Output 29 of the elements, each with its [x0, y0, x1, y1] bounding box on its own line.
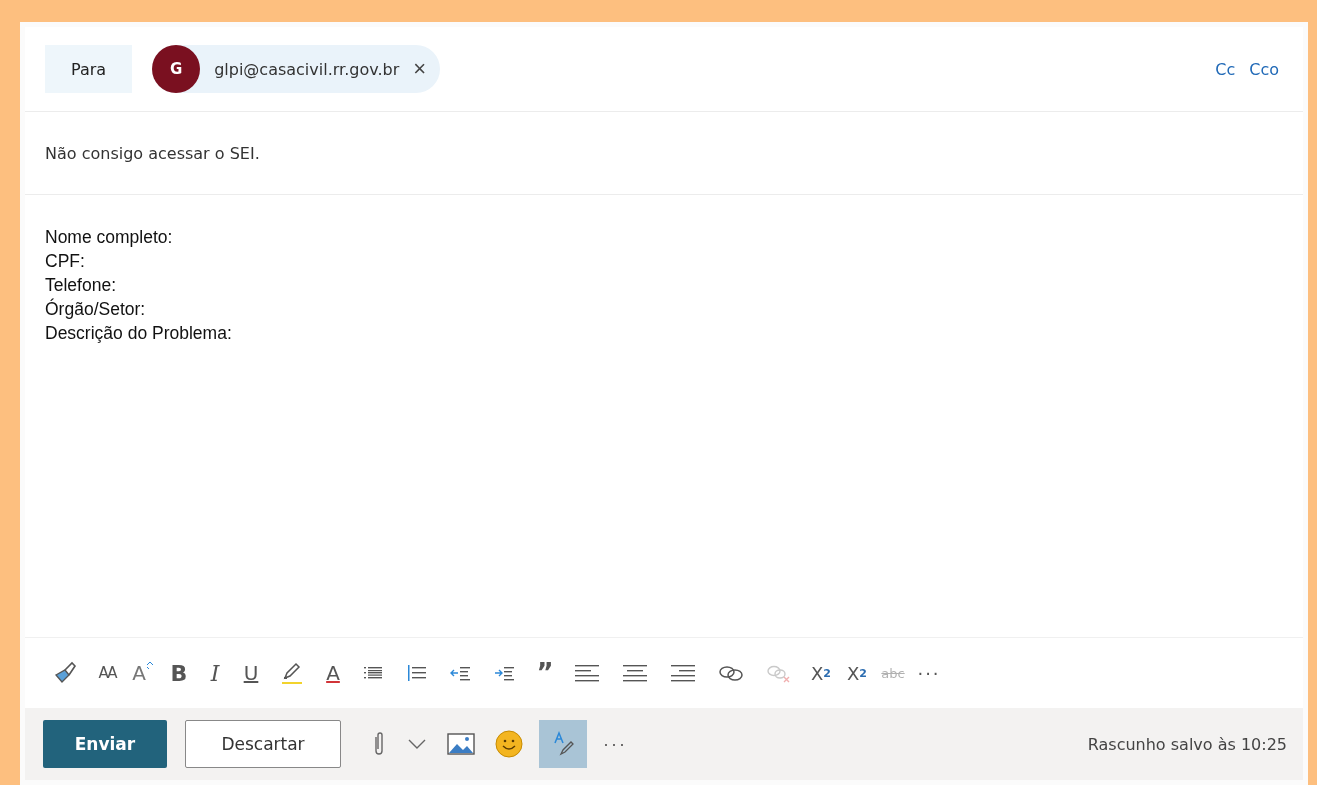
font-size-button[interactable]: AA [95, 658, 119, 688]
superscript-button[interactable]: X$^{2}$ [809, 658, 833, 688]
format-painter-icon[interactable] [53, 661, 79, 685]
highlighter-icon[interactable] [279, 661, 305, 685]
chevron-down-icon[interactable] [407, 738, 427, 750]
remove-recipient-button[interactable]: × [413, 56, 427, 82]
draft-status: Rascunho salvo às 10:25 [1087, 734, 1287, 754]
font-color-button[interactable]: A [321, 658, 345, 688]
discard-button[interactable]: Descartar [185, 720, 341, 768]
italic-button[interactable]: I [203, 658, 227, 688]
cc-link[interactable]: Cc [1215, 59, 1236, 79]
recipient-email: glpi@casacivil.rr.gov.br [214, 59, 400, 79]
recipient-chip[interactable]: G glpi@casacivil.rr.gov.br × [152, 45, 441, 93]
avatar: G [152, 45, 201, 93]
subject-field[interactable]: Não consigo acessar o SEI. [25, 112, 1303, 195]
more-actions-button[interactable]: ··· [597, 732, 633, 756]
caret-icon [145, 661, 154, 669]
grow-font-button[interactable]: A [131, 658, 155, 688]
bold-button[interactable]: B [167, 658, 191, 688]
spelling-pen-icon [552, 731, 574, 757]
to-button[interactable]: Para [45, 45, 133, 93]
send-button[interactable]: Enviar [43, 720, 167, 768]
more-options-button[interactable]: ··· [917, 658, 941, 688]
message-body[interactable]: Nome completo: CPF: Telefone: Órgão/Setor: Descrição do Problema: [25, 195, 1303, 637]
emoji-icon[interactable] [495, 730, 523, 758]
quote-button[interactable]: ” [533, 658, 557, 688]
cc-link[interactable]: Cco [1249, 59, 1279, 79]
image-icon[interactable] [447, 733, 475, 755]
underline-button[interactable]: U [239, 658, 263, 688]
